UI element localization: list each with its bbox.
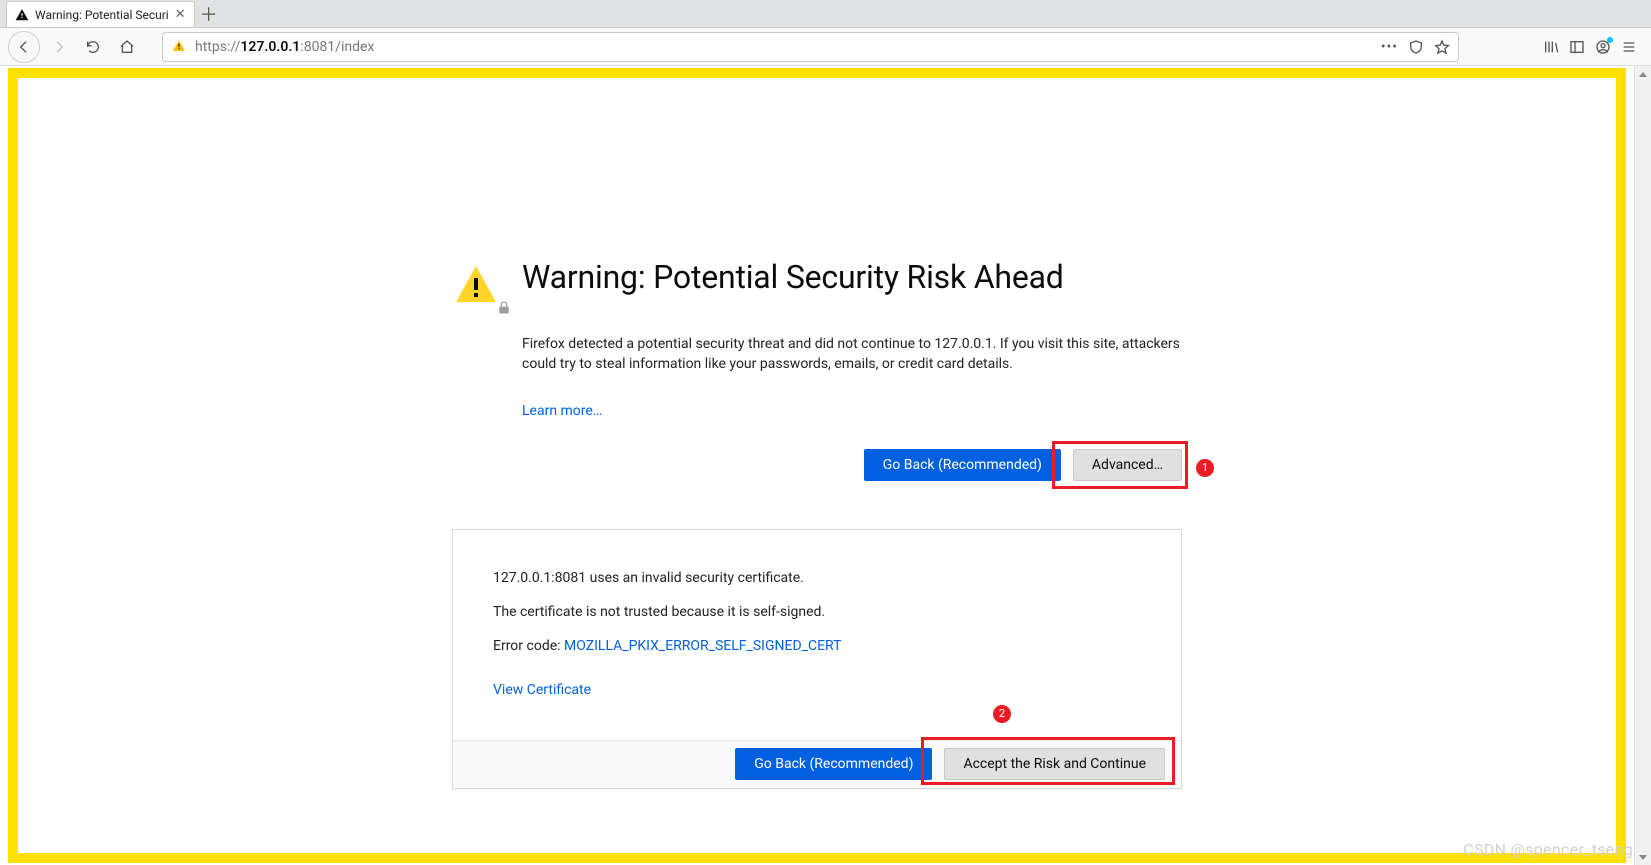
url-prefix: https:// [195,39,240,55]
home-button[interactable] [112,32,142,62]
url-text: https://127.0.0.1:8081/index [195,39,374,55]
view-certificate-link[interactable]: View Certificate [493,682,591,698]
go-back-button[interactable]: Go Back (Recommended) [864,449,1061,481]
advanced-button[interactable]: Advanced… [1073,449,1182,481]
browser-toolbar: https://127.0.0.1:8081/index ••• [0,28,1651,66]
url-suffix: :8081/index [300,39,374,55]
url-host: 127.0.0.1 [240,39,300,55]
toolbar-right [1543,39,1643,55]
page: Warning: Potential Security Risk Ahead F… [0,66,1634,865]
learn-more-link[interactable]: Learn more… [522,403,602,419]
warning-icon [452,262,500,310]
annotation-frame: Warning: Potential Security Risk Ahead F… [8,68,1626,863]
bookmark-star-icon[interactable] [1434,39,1450,55]
reload-button[interactable] [78,32,108,62]
reader-shield-icon[interactable] [1408,39,1424,55]
lock-icon [496,300,512,316]
new-tab-button[interactable]: ＋ [195,1,223,27]
page-title: Warning: Potential Security Risk Ahead [522,258,1064,296]
menu-icon[interactable] [1621,39,1637,55]
error-code-line: Error code: MOZILLA_PKIX_ERROR_SELF_SIGN… [493,638,1141,654]
tab-strip: Warning: Potential Securi ✕ ＋ [0,0,1651,28]
browser-tab[interactable]: Warning: Potential Securi ✕ [6,1,195,27]
scroll-up-icon[interactable] [1635,66,1651,83]
error-code-link[interactable]: MOZILLA_PKIX_ERROR_SELF_SIGNED_CERT [564,638,841,654]
library-icon[interactable] [1543,39,1559,55]
cert-invalid-text: 127.0.0.1:8081 uses an invalid security … [493,570,1141,586]
annotation-dot-1: 1 [1196,459,1214,477]
close-icon[interactable]: ✕ [175,7,186,22]
cert-reason-text: The certificate is not trusted because i… [493,604,1141,620]
profile-icon[interactable] [1595,39,1611,55]
error-page-content: Warning: Potential Security Risk Ahead F… [18,78,1616,853]
go-back-button-2[interactable]: Go Back (Recommended) [735,748,932,780]
sidebar-icon[interactable] [1569,39,1585,55]
lock-warning-icon [171,39,187,55]
scroll-down-icon[interactable] [1635,848,1651,865]
error-code-label: Error code: [493,638,564,654]
scrollbar[interactable] [1634,66,1651,865]
annotation-dot-2: 2 [993,705,1011,723]
page-description: Firefox detected a potential security th… [522,334,1182,375]
back-button[interactable] [8,31,40,63]
advanced-panel: 127.0.0.1:8081 uses an invalid security … [452,529,1182,789]
viewport: Warning: Potential Security Risk Ahead F… [0,66,1651,865]
page-actions-icon[interactable]: ••• [1381,39,1398,55]
warning-triangle-icon [15,8,29,22]
url-bar[interactable]: https://127.0.0.1:8081/index ••• [162,32,1459,62]
accept-risk-button[interactable]: Accept the Risk and Continue [944,748,1165,780]
tab-title: Warning: Potential Securi [35,8,169,22]
forward-button[interactable] [44,32,74,62]
urlbar-actions: ••• [1381,39,1450,55]
